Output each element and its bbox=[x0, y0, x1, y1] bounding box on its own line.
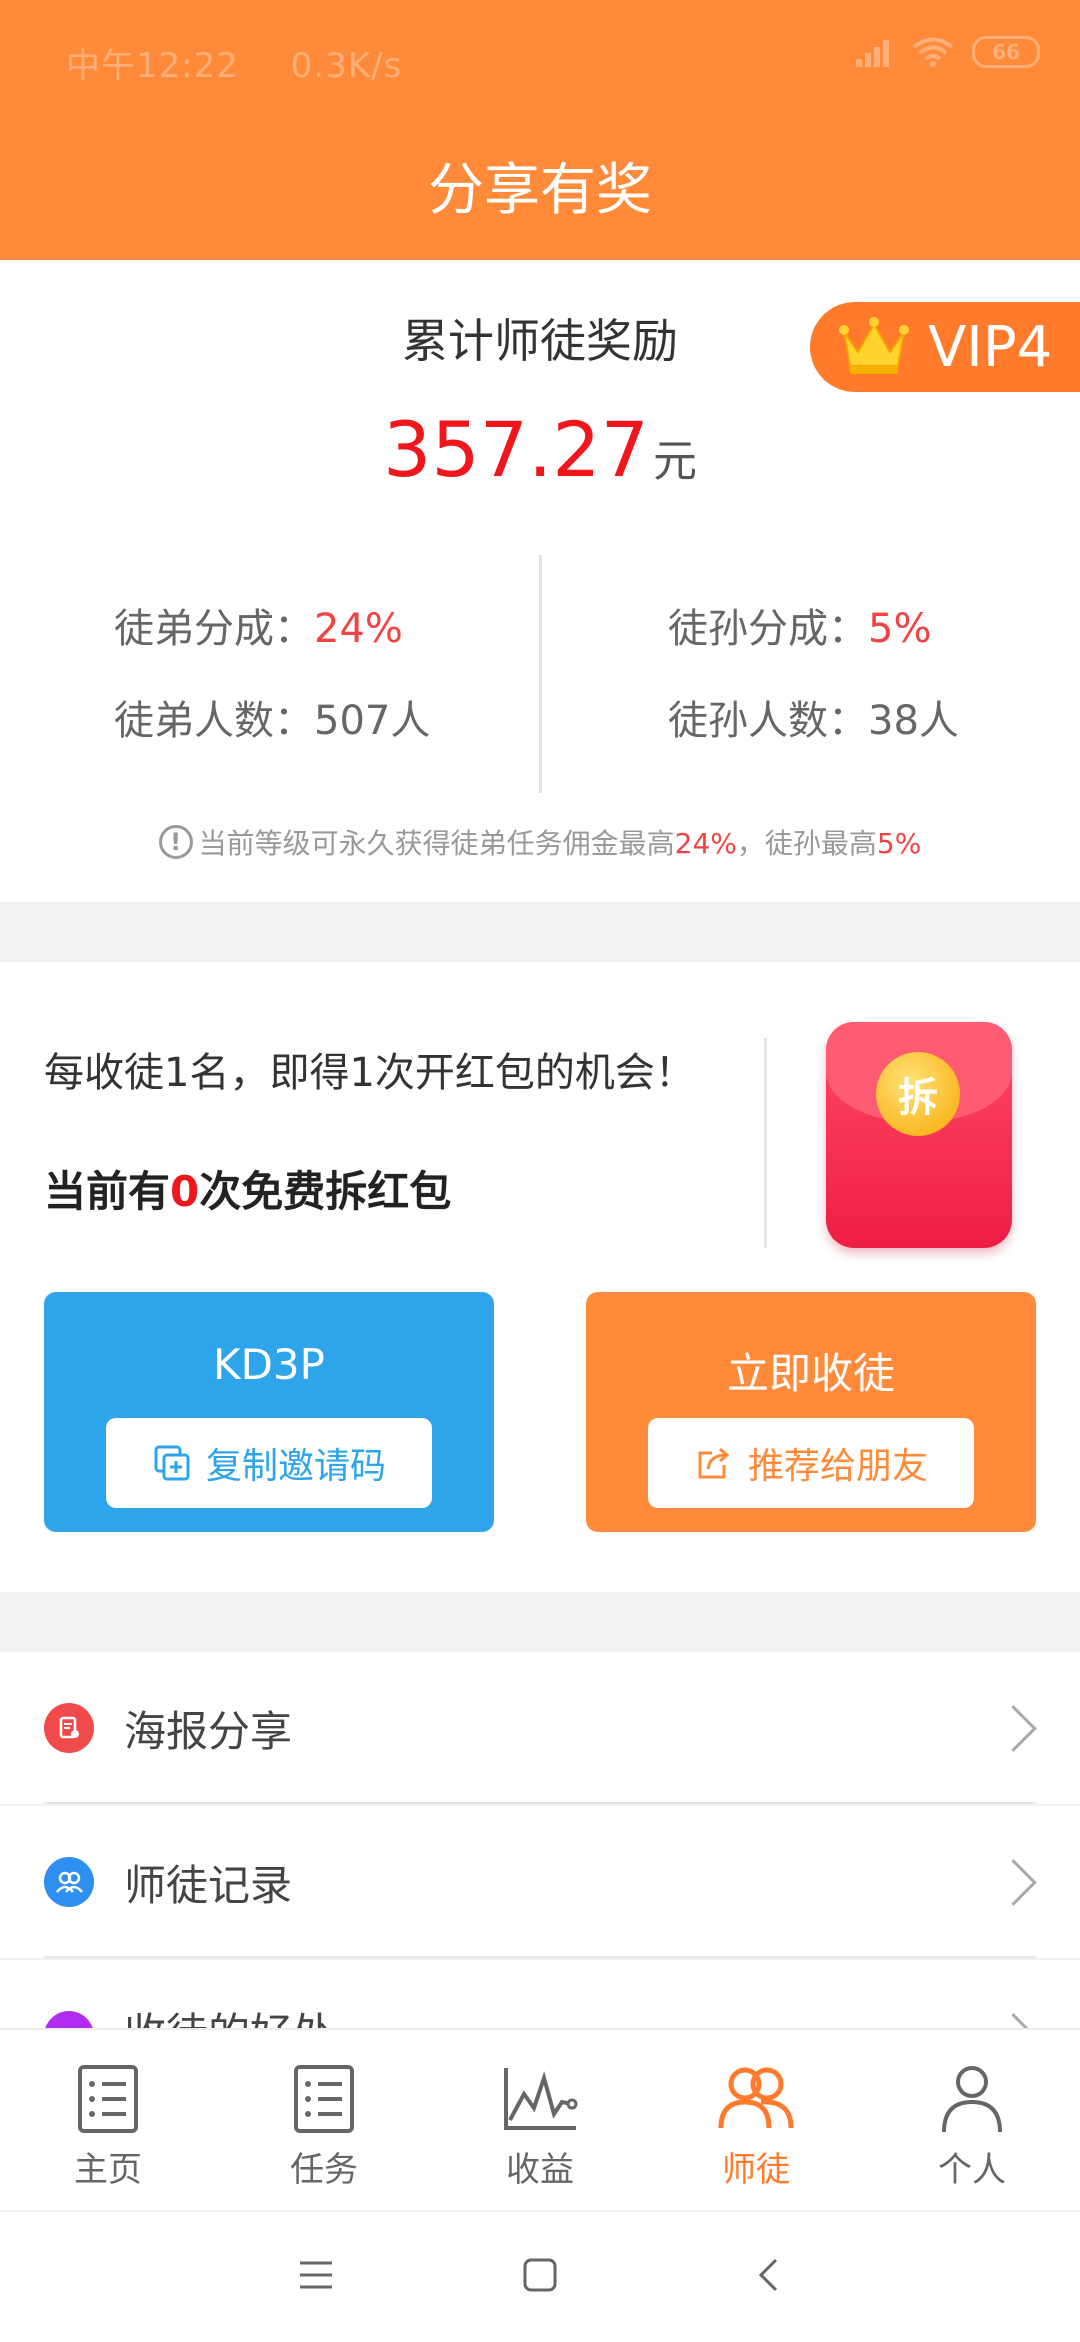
reward-amount-row: 357.27元 bbox=[0, 405, 1080, 494]
commission-tip: ! 当前等级可永久获得徒弟任务佣金最高24%，徒孙最高5% bbox=[0, 822, 1080, 862]
tab-profile[interactable]: 个人 bbox=[864, 2030, 1080, 2212]
disciple-count: 徒弟人数：507人 bbox=[114, 688, 430, 746]
tip-value-disciple: 24% bbox=[674, 827, 737, 860]
info-icon: ! bbox=[158, 825, 193, 859]
tip-value-grand: 5% bbox=[876, 827, 922, 860]
home-square-icon[interactable] bbox=[522, 2257, 558, 2293]
tip-text: 当前等级可永久获得徒弟任务佣金最高 bbox=[198, 827, 675, 860]
recruit-card: 立即收徒 推荐给朋友 bbox=[586, 1292, 1036, 1532]
invite-divider bbox=[764, 1038, 767, 1248]
tab-tasks-label: 任务 bbox=[290, 2150, 358, 2190]
menu-label-poster-share: 海报分享 bbox=[124, 1706, 293, 1756]
vip-badge[interactable]: VIP4 bbox=[810, 302, 1080, 392]
back-icon[interactable] bbox=[756, 2257, 780, 2293]
tab-mentor[interactable]: 师徒 bbox=[648, 2030, 864, 2212]
chevron-right-icon bbox=[990, 1858, 1037, 1906]
bottom-tab-bar: 主页 任务 收益 师徒 个人 bbox=[0, 2028, 1080, 2212]
grand-disciple-count-label: 徒孙人数： bbox=[668, 698, 868, 744]
crown-icon bbox=[839, 317, 909, 374]
invite-code-card: KD3P 复制邀请码 bbox=[44, 1292, 494, 1532]
grand-disciple-share-value: 5% bbox=[868, 606, 932, 652]
disciple-count-value: 507人 bbox=[314, 698, 431, 744]
disciple-share-label: 徒弟分成： bbox=[114, 606, 314, 652]
invite-rule-text: 每收徒1名，即得1次开红包的机会！ bbox=[44, 1050, 695, 1096]
grand-disciple-share: 徒孙分成：5% bbox=[668, 596, 931, 654]
copy-invite-code-label: 复制邀请码 bbox=[205, 1446, 386, 1487]
red-packet-coin: 拆 bbox=[876, 1052, 960, 1136]
share-icon bbox=[698, 1447, 730, 1479]
home-list-icon bbox=[68, 2062, 148, 2136]
free-packet-text: 当前有0次免费拆红包 bbox=[44, 1158, 451, 1219]
tab-home-label: 主页 bbox=[74, 2150, 142, 2190]
signal-icon bbox=[856, 40, 889, 67]
status-time: 中午12:22 bbox=[66, 46, 239, 86]
free-packet-prefix: 当前有 bbox=[44, 1167, 171, 1216]
tab-earnings[interactable]: 收益 bbox=[432, 2030, 648, 2212]
grand-disciple-share-label: 徒孙分成： bbox=[668, 606, 868, 652]
battery-icon: 66 bbox=[972, 36, 1040, 68]
page-title: 分享有奖 bbox=[428, 158, 652, 223]
mentor-icon bbox=[716, 2062, 796, 2136]
poster-icon bbox=[44, 1703, 94, 1753]
tab-earnings-label: 收益 bbox=[506, 2150, 574, 2190]
disciple-share: 徒弟分成：24% bbox=[114, 596, 403, 654]
vip-label: VIP4 bbox=[928, 314, 1053, 380]
tab-home[interactable]: 主页 bbox=[0, 2030, 216, 2212]
disciple-share-value: 24% bbox=[314, 606, 403, 652]
menu-label-recruit-benefits: 收徒的好处 bbox=[124, 2000, 334, 2028]
copy-invite-code-button[interactable]: 复制邀请码 bbox=[106, 1418, 432, 1508]
recommend-friend-label: 推荐给朋友 bbox=[747, 1446, 928, 1487]
tab-mentor-label: 师徒 bbox=[722, 2150, 790, 2190]
benefit-icon bbox=[44, 2011, 94, 2028]
chevron-right-icon bbox=[990, 1704, 1037, 1752]
menu-icon[interactable] bbox=[298, 2260, 334, 2290]
tab-profile-label: 个人 bbox=[938, 2150, 1006, 2190]
copy-icon bbox=[154, 1445, 190, 1481]
chart-icon bbox=[500, 2062, 580, 2136]
status-speed: 0.3K/s bbox=[290, 46, 403, 86]
status-bar-right: 66 bbox=[854, 36, 1040, 68]
chevron-right-icon bbox=[990, 2013, 1037, 2028]
battery-level: 66 bbox=[992, 40, 1020, 64]
menu-divider bbox=[44, 1802, 1036, 1804]
stats-divider bbox=[539, 555, 542, 793]
menu-label-mentor-records: 师徒记录 bbox=[124, 1860, 293, 1910]
menu-item-mentor-records[interactable]: 师徒记录 bbox=[0, 1806, 1080, 1958]
reward-amount: 357.27 bbox=[383, 405, 649, 494]
reward-unit: 元 bbox=[652, 436, 697, 487]
system-nav-bar bbox=[0, 2210, 1080, 2342]
tab-tasks[interactable]: 任务 bbox=[216, 2030, 432, 2212]
menu-item-recruit-benefits[interactable]: 收徒的好处 bbox=[0, 1960, 1080, 2028]
disciple-count-label: 徒弟人数： bbox=[114, 698, 314, 744]
menu-divider bbox=[44, 1956, 1036, 1958]
wifi-icon bbox=[912, 37, 954, 67]
person-icon bbox=[932, 2062, 1012, 2136]
status-bar-left: 中午12:22 0.3K/s bbox=[66, 38, 402, 87]
tip-text-middle: ，徒孙最高 bbox=[736, 827, 877, 860]
free-packet-count: 0 bbox=[170, 1167, 200, 1216]
recruit-title: 立即收徒 bbox=[726, 1349, 895, 1398]
recommend-friend-button[interactable]: 推荐给朋友 bbox=[648, 1418, 974, 1508]
grand-disciple-count: 徒孙人数：38人 bbox=[668, 688, 959, 746]
menu-item-poster-share[interactable]: 海报分享 bbox=[0, 1652, 1080, 1804]
free-packet-suffix: 次免费拆红包 bbox=[199, 1167, 452, 1216]
task-list-icon bbox=[284, 2062, 364, 2136]
grand-disciple-count-value: 38人 bbox=[868, 698, 959, 744]
invite-code: KD3P bbox=[213, 1340, 325, 1389]
users-icon bbox=[44, 1857, 94, 1907]
